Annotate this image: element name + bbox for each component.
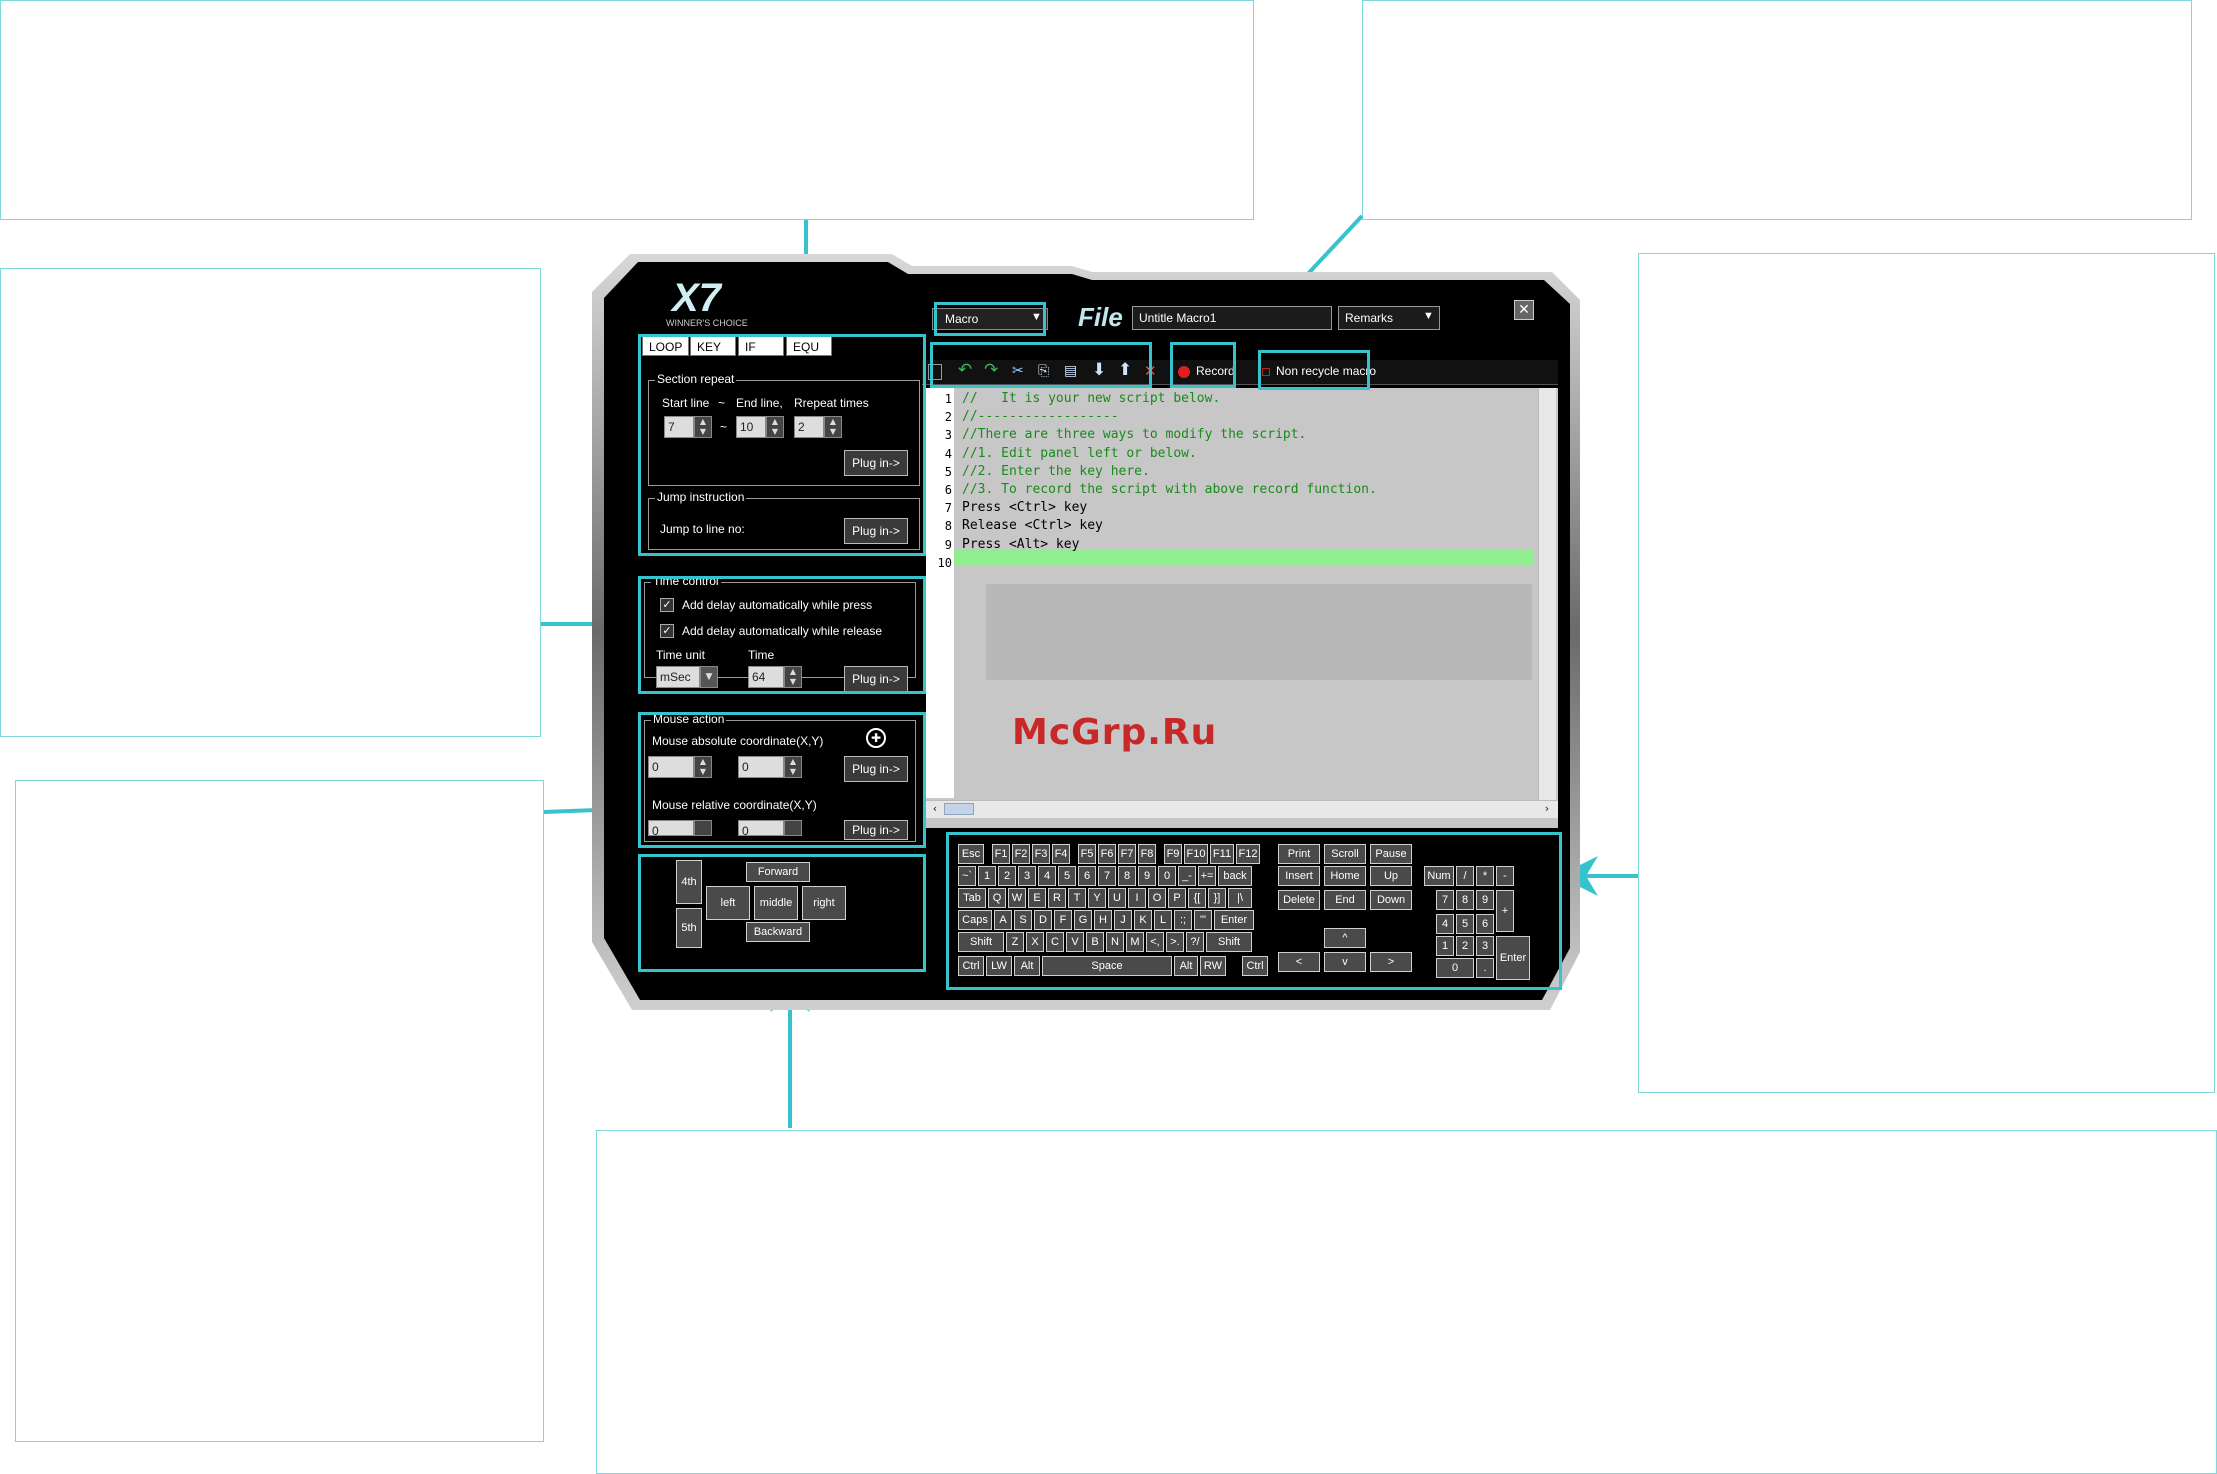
chevron-down-icon: ▼ — [1423, 310, 1434, 322]
editor-empty-region — [986, 584, 1532, 680]
line-number: 8 — [944, 519, 952, 534]
chevron-left-icon[interactable]: ‹ — [928, 802, 942, 816]
script-line[interactable]: Press <Ctrl> key — [962, 500, 1087, 515]
script-line[interactable]: //There are three ways to modify the scr… — [962, 427, 1306, 442]
line-number: 9 — [944, 537, 952, 552]
script-line[interactable]: Press <Alt> key — [962, 537, 1079, 552]
line-number: 5 — [944, 464, 952, 479]
highlight-mode-select — [934, 302, 1046, 336]
line-number: 7 — [944, 501, 952, 516]
macro-name-value: Untitle Macro1 — [1139, 311, 1217, 325]
script-line[interactable]: //2. Enter the key here. — [962, 464, 1150, 479]
line-number: 3 — [944, 428, 952, 443]
app-tagline: WINNER'S CHOICE — [666, 318, 748, 328]
highlight-edit-toolbar — [930, 342, 1152, 388]
remarks-label: Remarks — [1345, 311, 1394, 325]
script-line[interactable]: //1. Edit panel left or below. — [962, 446, 1197, 461]
macro-name-field[interactable]: Untitle Macro1 — [1132, 306, 1332, 330]
highlight-record — [1170, 342, 1236, 388]
script-line[interactable]: // It is your new script below. — [962, 391, 1220, 406]
highlight-loop-panel — [638, 334, 926, 556]
line-number: 1 — [944, 392, 952, 406]
highlight-mouse-action — [638, 712, 926, 848]
close-icon[interactable]: ✕ — [1514, 300, 1534, 320]
highlight-non-recycle — [1258, 350, 1370, 390]
file-label[interactable]: File — [1078, 302, 1123, 333]
line-number: 6 — [944, 483, 952, 497]
remarks-select[interactable]: Remarks ▼ — [1338, 306, 1440, 330]
line-number: 4 — [944, 446, 952, 461]
watermark: McGrp.Ru — [1012, 712, 1218, 753]
highlight-time-control — [638, 576, 926, 694]
line-number: 2 — [944, 410, 952, 425]
chevron-right-icon[interactable]: › — [1540, 802, 1554, 816]
highlight-keyboard — [946, 832, 1562, 990]
script-line[interactable]: Release <Ctrl> key — [962, 518, 1103, 533]
macro-editor-window: X7 WINNER'S CHOICE Macro ▼ File Untitle … — [592, 252, 1582, 1012]
script-line[interactable]: //------------------ — [962, 409, 1119, 424]
scroll-thumb[interactable] — [944, 803, 974, 815]
line-number: 10 — [937, 555, 952, 570]
script-editor[interactable]: 1 // It is your new script below. 2 //-----… — [926, 388, 1558, 828]
editor-vertical-scrollbar[interactable] — [1538, 388, 1556, 800]
current-line-highlight — [954, 550, 1534, 566]
app-logo: X7 — [672, 276, 721, 320]
script-line[interactable]: //3. To record the script with above rec… — [962, 482, 1377, 497]
editor-horizontal-scrollbar[interactable]: ‹ › — [926, 800, 1558, 818]
highlight-mouse-buttons — [638, 854, 926, 972]
